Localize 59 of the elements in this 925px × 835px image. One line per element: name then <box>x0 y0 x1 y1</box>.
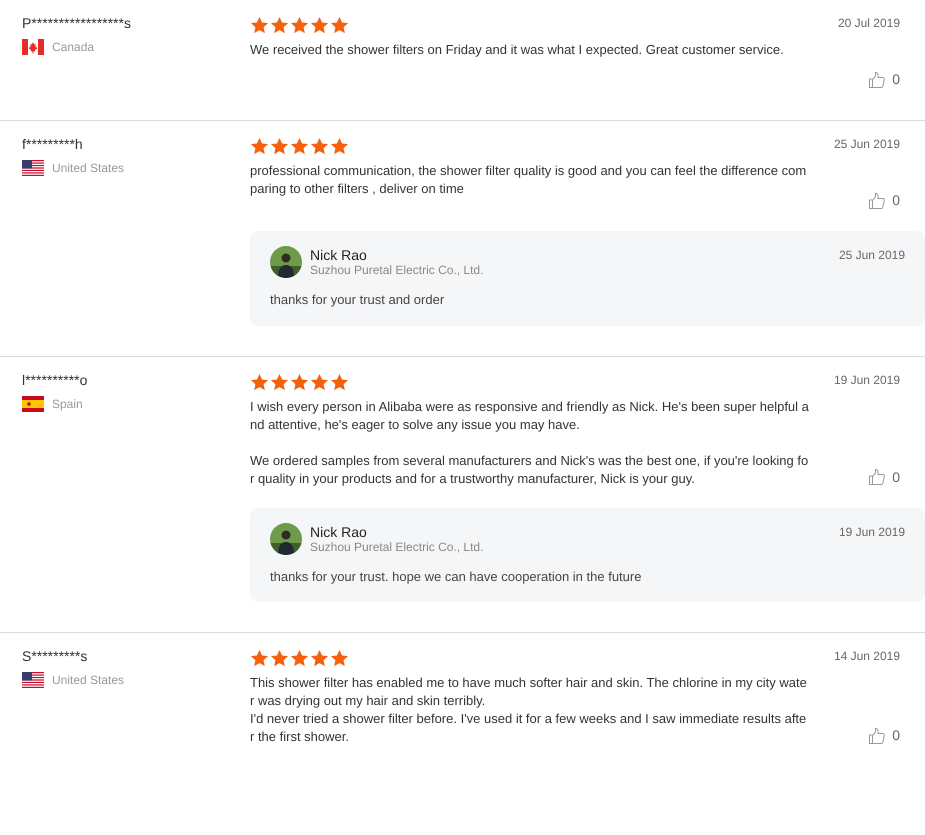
review-text: I wish every person in Alibaba were as responsive and friendly as Nick. He's been super helpful and attentive, he's eager to solve any issue you may have. <box>250 398 810 434</box>
avatar-icon <box>270 522 302 554</box>
star-icon <box>330 372 349 392</box>
star-icon <box>310 16 329 35</box>
like-button[interactable]: 0 <box>868 725 900 746</box>
review-text: This shower filter has enabled me to have much softer hair and skin. The chlorine in my city water was drying out my hair and skin terribly. I'd never tried a shower filter before. I've used it for a few weeks and I saw immediate results after the first shower. <box>250 674 808 746</box>
buyer-name: f*********h <box>22 135 84 153</box>
star-icon <box>250 649 269 668</box>
review-date: 25 Jun 2019 <box>834 136 900 152</box>
reply-text: thanks for your trust and order <box>270 291 446 309</box>
country-name: Spain <box>52 396 83 412</box>
star-icon <box>250 137 269 156</box>
review-date: 19 Jun 2019 <box>834 372 900 388</box>
star-icon <box>250 16 269 35</box>
review-date: 20 Jul 2019 <box>838 15 900 31</box>
review-text: We received the shower filters on Friday and it was what I expected. Great customer service. <box>250 41 785 59</box>
thumbs-up-icon <box>868 468 886 486</box>
country-name: Canada <box>52 39 94 56</box>
star-icon <box>250 372 269 392</box>
seller-name: Nick Rao <box>310 247 368 263</box>
star-icon <box>270 137 289 156</box>
reply-date: 19 Jun 2019 <box>838 524 905 540</box>
like-button[interactable]: 0 <box>868 69 900 90</box>
seller-company: Suzhou Puretal Electric Co., Ltd. <box>310 540 484 554</box>
like-button[interactable]: 0 <box>868 190 900 211</box>
star-icon <box>290 649 309 668</box>
flag-icon <box>22 160 44 176</box>
reply-text: thanks for your trust. hope we can have cooperation in the future <box>270 568 642 586</box>
flag-icon <box>22 396 44 412</box>
buyer-name: l**********o <box>22 370 88 388</box>
star-icon <box>290 16 309 35</box>
seller-name: Nick Rao <box>310 524 368 540</box>
star-icon <box>290 137 309 156</box>
flag-icon <box>22 672 44 688</box>
star-icon <box>330 16 349 35</box>
review-date: 14 Jun 2019 <box>834 648 900 664</box>
avatar-icon <box>270 246 302 278</box>
like-button[interactable]: 0 <box>868 466 900 488</box>
buyer-name: S*********s <box>22 647 88 665</box>
thumbs-up-icon <box>868 726 886 744</box>
star-icon <box>310 372 329 392</box>
thumbs-up-icon <box>868 192 886 210</box>
country-name: United States <box>52 672 124 689</box>
reply-date: 25 Jun 2019 <box>838 247 905 264</box>
country-name: United States <box>52 160 124 177</box>
buyer-name: P*****************s <box>22 14 132 32</box>
star-icon <box>310 649 329 668</box>
star-icon <box>270 16 289 35</box>
review-text: We ordered samples from several manufacturers and Nick's was the best one, if you're looking for quality in your products and for a trustworthy manufacturer, Nick is your guy. <box>250 452 810 488</box>
star-icon <box>310 137 329 156</box>
star-icon <box>330 137 349 156</box>
star-icon <box>270 649 289 668</box>
star-icon <box>290 372 309 392</box>
star-icon <box>270 372 289 392</box>
flag-icon <box>22 39 44 55</box>
review-text: professional communication, the shower filter quality is good and you can feel the difference comparing to other filters , deliver on time <box>250 162 808 198</box>
seller-company: Suzhou Puretal Electric Co., Ltd. <box>310 263 484 277</box>
star-icon <box>330 649 349 668</box>
thumbs-up-icon <box>868 70 886 88</box>
